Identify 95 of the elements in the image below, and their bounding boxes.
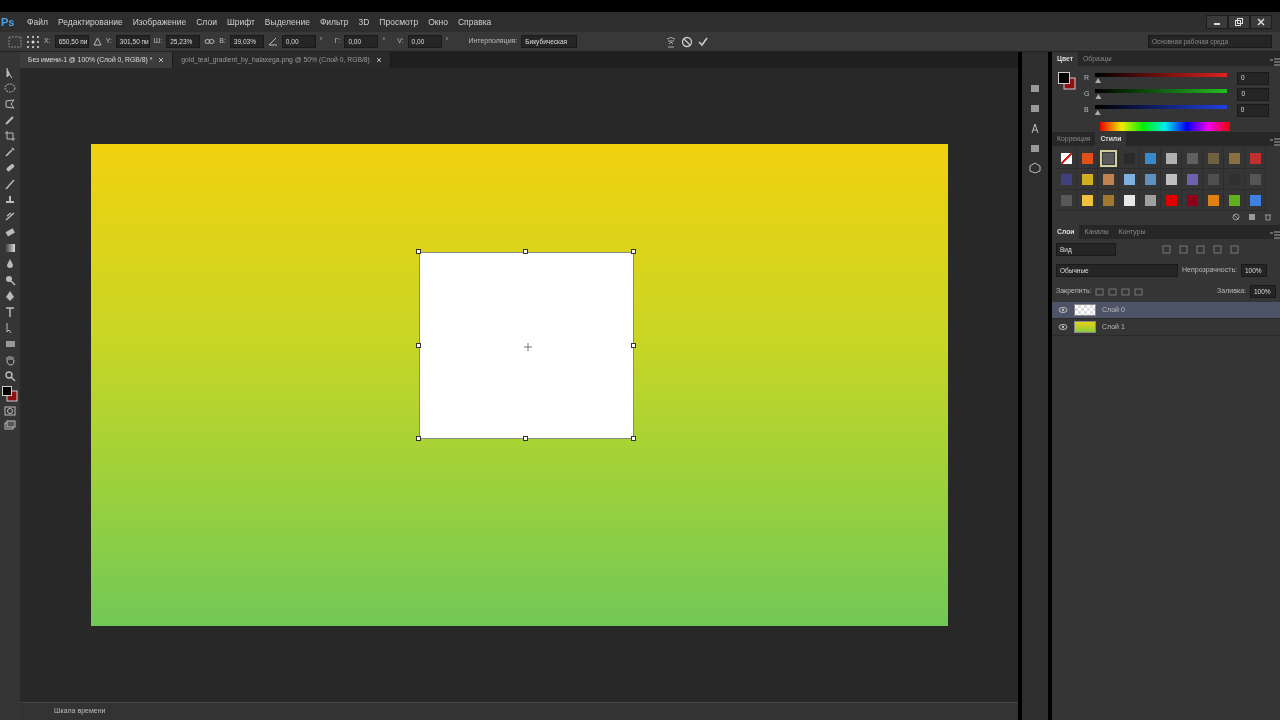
link-icon[interactable]: [204, 38, 216, 45]
cancel-icon[interactable]: [681, 35, 694, 48]
eraser-icon[interactable]: [4, 226, 16, 238]
style-swatch[interactable]: [1098, 169, 1119, 190]
cancel-icon[interactable]: [1232, 213, 1240, 221]
crop-icon[interactable]: [4, 130, 16, 142]
style-swatch[interactable]: [1098, 190, 1119, 211]
minimize-button[interactable]: [1206, 15, 1228, 29]
menu-item[interactable]: Слои: [191, 15, 222, 29]
style-swatch[interactable]: [1245, 169, 1266, 190]
transform-handle[interactable]: [630, 249, 636, 254]
layer-thumbnail: [1074, 304, 1096, 316]
menu-item[interactable]: Фильтр: [314, 15, 354, 29]
gradient-icon[interactable]: [4, 242, 16, 254]
style-swatch[interactable]: [1056, 148, 1077, 169]
style-swatch[interactable]: [1077, 148, 1098, 169]
hand-icon[interactable]: [4, 354, 16, 366]
reference-point-icon[interactable]: [26, 34, 40, 49]
spectrum-bar[interactable]: [1100, 122, 1230, 131]
transform-handle[interactable]: [415, 249, 421, 254]
style-swatch[interactable]: [1182, 190, 1203, 211]
style-swatch[interactable]: [1245, 148, 1266, 169]
style-swatch[interactable]: [1245, 190, 1266, 211]
style-swatch[interactable]: [1119, 169, 1140, 190]
restore-button[interactable]: [1228, 15, 1250, 29]
menu-item[interactable]: Изображение: [127, 15, 192, 29]
app-logo: Ps: [0, 14, 16, 30]
style-swatch[interactable]: [1140, 148, 1161, 169]
magnifier-icon[interactable]: [4, 274, 16, 286]
menu-item[interactable]: Файл: [22, 15, 53, 29]
color-slider[interactable]: [1094, 105, 1227, 115]
color-slider[interactable]: [1095, 89, 1228, 99]
lasso-icon[interactable]: [4, 98, 16, 110]
transform-handle[interactable]: [523, 436, 528, 441]
new-item-icon[interactable]: [1248, 213, 1256, 221]
close-icon: [1257, 18, 1265, 26]
warp-icon[interactable]: [665, 35, 678, 48]
menu-item[interactable]: Редактирование: [52, 15, 128, 29]
style-swatch[interactable]: [1056, 190, 1077, 211]
stamp-icon[interactable]: [4, 194, 16, 206]
menu-icon[interactable]: [1270, 58, 1280, 66]
transform-handle[interactable]: [415, 342, 421, 348]
quick-mask-icon[interactable]: [4, 406, 16, 416]
style-swatch[interactable]: [1140, 169, 1161, 190]
search-icon[interactable]: [4, 370, 16, 382]
triangle-icon[interactable]: [92, 37, 102, 46]
crosshair-icon: [523, 343, 532, 351]
restore-icon: [1235, 18, 1243, 26]
eyedropper-icon[interactable]: [4, 146, 16, 158]
transform-handle[interactable]: [415, 436, 421, 441]
transform-handle[interactable]: [630, 436, 636, 441]
transform-handle[interactable]: [630, 342, 636, 348]
style-swatch[interactable]: [1203, 148, 1224, 169]
angle-icon: [267, 37, 278, 46]
style-swatch[interactable]: [1077, 169, 1098, 190]
style-swatch[interactable]: [1161, 190, 1182, 211]
layer-thumbnail: [1074, 321, 1096, 333]
color-slider[interactable]: [1095, 73, 1228, 83]
menu-item[interactable]: Выделение: [259, 15, 315, 29]
eye-icon[interactable]: [1058, 323, 1068, 331]
menu-item[interactable]: Справка: [452, 15, 497, 29]
close-button[interactable]: [1250, 15, 1272, 29]
style-swatch[interactable]: [1224, 148, 1245, 169]
rectangle-icon[interactable]: [4, 338, 16, 350]
menu-icon[interactable]: [1270, 231, 1280, 239]
style-swatch[interactable]: [1224, 190, 1245, 211]
drop-icon[interactable]: [4, 258, 16, 270]
style-swatch[interactable]: [1203, 169, 1224, 190]
style-swatch[interactable]: [1056, 169, 1077, 190]
pen-icon[interactable]: [4, 290, 16, 302]
style-swatch[interactable]: [1161, 148, 1182, 169]
menu-item[interactable]: 3D: [353, 15, 375, 29]
checkmark-icon[interactable]: [697, 35, 710, 48]
style-swatch[interactable]: [1119, 190, 1140, 211]
color-swatches-icon[interactable]: [1058, 72, 1076, 90]
menu-item[interactable]: Окно: [423, 15, 453, 29]
color-swatches-icon[interactable]: [2, 386, 18, 402]
style-swatch[interactable]: [1077, 190, 1098, 211]
menu-item[interactable]: Просмотр: [374, 15, 424, 29]
style-swatch[interactable]: [1182, 148, 1203, 169]
style-swatch[interactable]: [1161, 169, 1182, 190]
screen-mode-icon[interactable]: [4, 420, 16, 430]
cube-icon[interactable]: [1029, 162, 1041, 174]
close-icon[interactable]: [375, 57, 382, 63]
menu-item[interactable]: Шрифт: [221, 15, 260, 29]
style-swatch[interactable]: [1098, 148, 1119, 169]
trash-icon[interactable]: [1264, 213, 1272, 221]
ellipse-icon[interactable]: [4, 82, 16, 94]
transform-handle[interactable]: [523, 249, 528, 254]
close-icon[interactable]: [158, 57, 165, 63]
style-swatch[interactable]: [1140, 190, 1161, 211]
eye-icon[interactable]: [1058, 306, 1068, 314]
menu-icon[interactable]: [1270, 138, 1280, 146]
style-swatch[interactable]: [1182, 169, 1203, 190]
style-swatch[interactable]: [1203, 190, 1224, 211]
